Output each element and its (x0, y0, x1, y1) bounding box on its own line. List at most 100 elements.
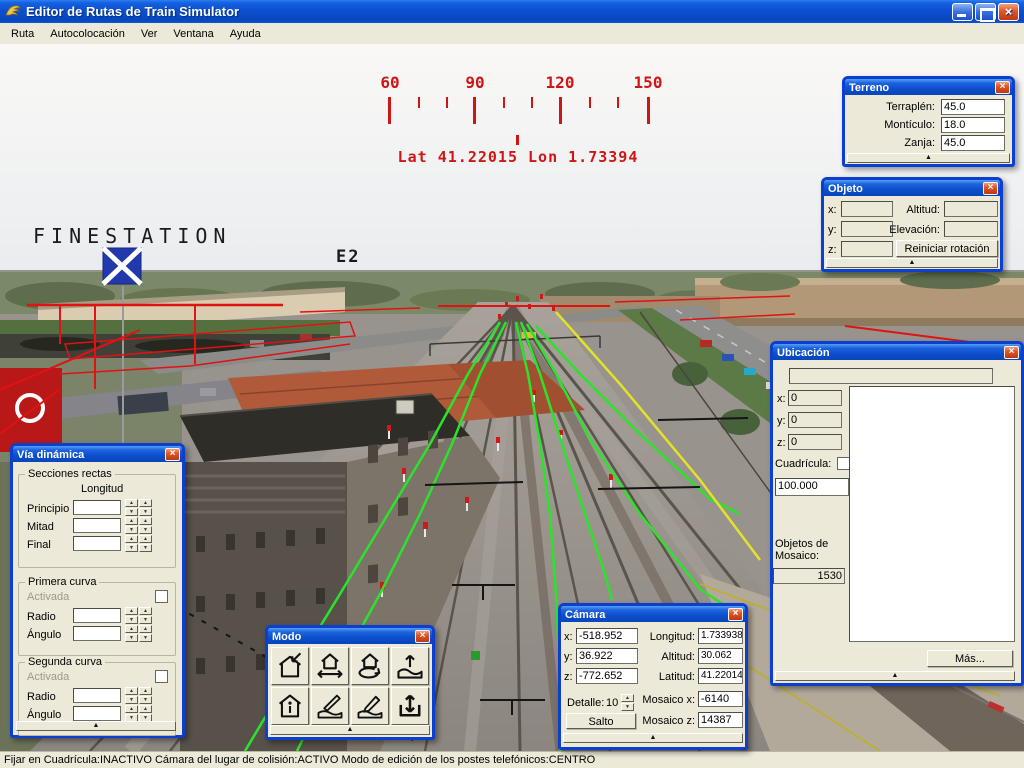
spin-down-icon[interactable]: ▼ (125, 526, 138, 534)
spin-up-icon[interactable]: ▲ (125, 705, 138, 713)
panel-camara-collapse-button[interactable]: ▲ (563, 733, 743, 743)
final-field[interactable] (73, 536, 121, 551)
panel-via-collapse-button[interactable]: ▲ (16, 721, 176, 731)
primera-angulo-field[interactable] (73, 626, 121, 641)
spin-down-icon[interactable]: ▼ (125, 616, 138, 624)
menu-ayuda[interactable]: Ayuda (222, 25, 269, 43)
spin-down-icon[interactable]: ▼ (139, 508, 152, 516)
menu-ruta[interactable]: Ruta (3, 25, 42, 43)
panel-via-close-icon[interactable]: × (165, 448, 180, 461)
ubicacion-z-field[interactable]: 0 (788, 434, 842, 450)
move-object-mode-button[interactable] (311, 647, 349, 685)
spin-down-icon[interactable]: ▼ (139, 544, 152, 552)
panel-modo-close-icon[interactable]: × (415, 630, 430, 643)
raise-lower-mode-button[interactable] (391, 687, 429, 725)
spin-up-icon[interactable]: ▲ (621, 694, 634, 702)
mosaico-object-list[interactable] (849, 386, 1015, 642)
spin-down-icon[interactable]: ▼ (125, 544, 138, 552)
spin-up-icon[interactable]: ▲ (139, 705, 152, 713)
close-button[interactable]: × (998, 3, 1019, 21)
terrain-height-mode-button[interactable] (391, 647, 429, 685)
spin-up-icon[interactable]: ▲ (139, 535, 152, 543)
camara-y-field[interactable]: 36.922 (576, 648, 638, 664)
panel-ubicacion-close-icon[interactable]: × (1004, 346, 1019, 359)
panel-ubicacion-collapse-button[interactable]: ▲ (775, 671, 1015, 681)
panel-modo-collapse-button[interactable]: ▲ (270, 725, 430, 735)
monticulo-field[interactable]: 18.0 (941, 117, 1005, 133)
rotate-object-mode-button[interactable] (351, 647, 389, 685)
panel-camara-titlebar[interactable]: Cámara × (561, 606, 745, 622)
objeto-z-field[interactable] (841, 241, 893, 257)
altitud-field[interactable] (944, 201, 998, 217)
spin-down-icon[interactable]: ▼ (139, 696, 152, 704)
altitud-label: Altitud: (886, 204, 940, 216)
grid-size-field[interactable]: 100.000 (775, 478, 849, 496)
spin-up-icon[interactable]: ▲ (139, 687, 152, 695)
salto-button[interactable]: Salto (566, 713, 636, 729)
spin-up-icon[interactable]: ▲ (125, 687, 138, 695)
spin-up-icon[interactable]: ▲ (125, 607, 138, 615)
panel-terreno-titlebar[interactable]: Terreno × (845, 79, 1012, 95)
panel-objeto-close-icon[interactable]: × (983, 182, 998, 195)
panel-terreno-close-icon[interactable]: × (995, 81, 1010, 94)
spin-down-icon[interactable]: ▼ (139, 634, 152, 642)
spin-up-icon[interactable]: ▲ (139, 607, 152, 615)
minimize-button[interactable] (952, 3, 973, 21)
restore-button[interactable] (975, 3, 996, 21)
segunda-angulo-field[interactable] (73, 706, 121, 721)
ubicacion-y-field[interactable]: 0 (788, 412, 842, 428)
mosaico-x-field[interactable]: -6140 (698, 691, 743, 707)
spin-up-icon[interactable]: ▲ (125, 625, 138, 633)
zanja-field[interactable]: 45.0 (941, 135, 1005, 151)
place-object-mode-button[interactable] (271, 647, 309, 685)
ubicacion-x-label: x: (777, 393, 786, 405)
panel-camara-close-icon[interactable]: × (728, 608, 743, 621)
mas-button[interactable]: Más... (927, 650, 1013, 667)
primera-radio-field[interactable] (73, 608, 121, 623)
mitad-field[interactable] (73, 518, 121, 533)
camara-z-field[interactable]: -772.652 (576, 668, 638, 684)
panel-via-titlebar[interactable]: Vía dinámica × (13, 446, 182, 462)
panel-ubicacion-titlebar[interactable]: Ubicación × (773, 344, 1021, 360)
longitud-field[interactable]: 1.733938 (698, 628, 743, 644)
segunda-radio-field[interactable] (73, 688, 121, 703)
latitud-field[interactable]: 41.22014 (698, 668, 743, 684)
panel-terreno-collapse-button[interactable]: ▲ (847, 153, 1010, 163)
terrain-cut-mode-button[interactable] (311, 687, 349, 725)
spin-down-icon[interactable]: ▼ (125, 508, 138, 516)
primera-activada-checkbox[interactable] (155, 590, 168, 603)
reiniciar-rotacion-button[interactable]: Reiniciar rotación (896, 240, 998, 257)
spin-up-icon[interactable]: ▲ (125, 535, 138, 543)
ubicacion-name-field[interactable] (789, 368, 993, 384)
spin-up-icon[interactable]: ▲ (125, 499, 138, 507)
spin-up-icon[interactable]: ▲ (125, 517, 138, 525)
camara-x-field[interactable]: -518.952 (576, 628, 638, 644)
terrain-paint-mode-button[interactable] (351, 687, 389, 725)
spin-down-icon[interactable]: ▼ (139, 526, 152, 534)
menu-ver[interactable]: Ver (133, 25, 166, 43)
principio-field[interactable] (73, 500, 121, 515)
station-name-label: FINESTATION (33, 224, 231, 248)
object-info-mode-button[interactable] (271, 687, 309, 725)
spin-up-icon[interactable]: ▲ (139, 517, 152, 525)
terraplen-field[interactable]: 45.0 (941, 99, 1005, 115)
panel-modo-titlebar[interactable]: Modo × (268, 628, 432, 644)
panel-objeto-collapse-button[interactable]: ▲ (826, 258, 998, 268)
objetos-mosaico-field[interactable]: 1530 (773, 568, 845, 584)
spin-down-icon[interactable]: ▼ (125, 696, 138, 704)
menu-ventana[interactable]: Ventana (165, 25, 221, 43)
spin-down-icon[interactable]: ▼ (125, 634, 138, 642)
spin-down-icon[interactable]: ▼ (621, 703, 634, 711)
spin-up-icon[interactable]: ▲ (139, 625, 152, 633)
spin-up-icon[interactable]: ▲ (139, 499, 152, 507)
camara-altitud-field[interactable]: 30.062 (698, 648, 743, 664)
spin-down-icon[interactable]: ▼ (139, 616, 152, 624)
menu-autocolocacion[interactable]: Autocolocación (42, 25, 133, 43)
mosaico-z-field[interactable]: 14387 (698, 712, 743, 728)
panel-objeto-titlebar[interactable]: Objeto × (824, 180, 1000, 196)
title-bar[interactable]: Editor de Rutas de Train Simulator × (0, 0, 1024, 23)
ubicacion-x-field[interactable]: 0 (788, 390, 842, 406)
latitud-label: Latitud: (639, 671, 695, 683)
segunda-activada-checkbox[interactable] (155, 670, 168, 683)
elevacion-field[interactable] (944, 221, 998, 237)
